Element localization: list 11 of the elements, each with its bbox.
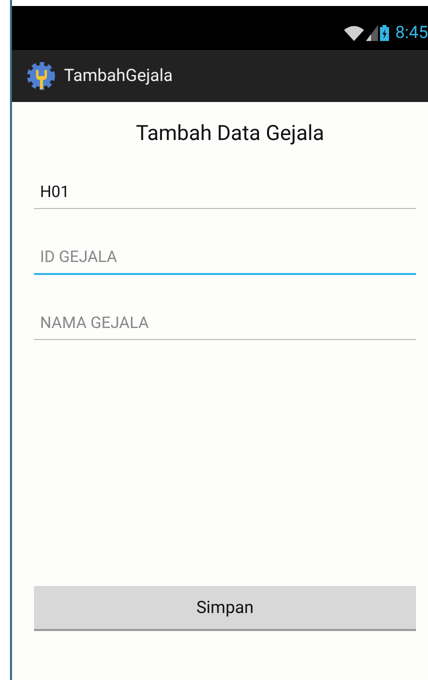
app-title: TambahGejala <box>64 66 173 86</box>
input-field[interactable]: H01 <box>34 176 416 209</box>
wifi-icon <box>344 25 364 41</box>
status-time: 8:45 <box>395 23 428 43</box>
gear-wrench-icon <box>26 61 56 91</box>
input-field[interactable]: ID GEJALA <box>34 241 416 275</box>
save-button[interactable]: Simpan <box>34 586 416 631</box>
input-field[interactable]: NAMA GEJALA <box>34 307 416 340</box>
signal-icon <box>366 25 378 41</box>
form-heading: Tambah Data Gejala <box>134 122 326 146</box>
battery-icon <box>380 25 390 41</box>
